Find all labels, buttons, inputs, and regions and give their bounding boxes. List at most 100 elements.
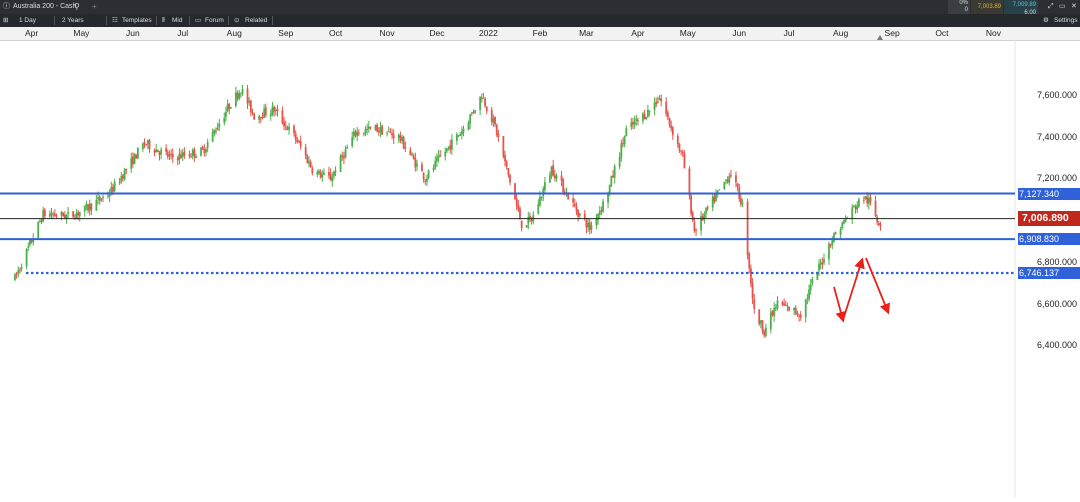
candle (42, 206, 45, 223)
candle (520, 220, 523, 232)
candle (530, 217, 533, 225)
bid-box[interactable]: 7,003.89 (971, 0, 1003, 14)
candle (125, 168, 128, 175)
related-icon[interactable]: ⊙ (234, 15, 239, 26)
projection-arrow[interactable] (865, 257, 890, 315)
projection-arrow[interactable] (842, 257, 865, 321)
mid-button[interactable]: Mid (172, 15, 182, 26)
forum-icon[interactable]: ▭ (195, 15, 201, 26)
candle (484, 96, 486, 108)
candle (671, 125, 674, 140)
candle (676, 133, 679, 148)
candle (437, 150, 440, 163)
candle (401, 134, 403, 145)
templates-button[interactable]: Templates (122, 15, 152, 26)
candle (153, 148, 156, 157)
candle (794, 305, 797, 316)
restore-icon[interactable]: ▭ (1059, 0, 1066, 14)
candle (50, 207, 53, 219)
x-tick-label: Aug (226, 28, 242, 38)
settings-icon[interactable]: ⚙ (1043, 15, 1049, 26)
candle (874, 195, 877, 218)
current-price-badge[interactable]: 7,006.890 (1018, 211, 1080, 227)
candle (449, 139, 452, 154)
candle (206, 138, 209, 153)
candle (645, 116, 648, 121)
candle (748, 251, 751, 274)
candle (25, 248, 28, 270)
candle (637, 117, 639, 126)
candle (249, 99, 252, 117)
candle (653, 97, 656, 116)
candle (352, 128, 355, 141)
candle (274, 107, 277, 116)
candle (811, 277, 814, 286)
level-badge[interactable]: 6,908.830 (1018, 233, 1080, 246)
x-tick-label: Oct (935, 28, 949, 38)
price-chart[interactable]: 7,600.000 7,400.000 7,200.000 6,800.000 6,60… (0, 40, 1080, 502)
candle (284, 120, 287, 131)
level-badge[interactable]: 7,127.340 (1018, 187, 1080, 200)
chart-svg[interactable] (0, 40, 1080, 497)
candle (276, 104, 279, 117)
offer-box[interactable]: 7,009.89 6.00 (1004, 0, 1038, 16)
candle (98, 195, 101, 205)
y-tick-label: 7,600.000 (1036, 90, 1077, 100)
candle (809, 279, 812, 295)
x-tick-label: May (73, 28, 90, 38)
candle (718, 189, 721, 191)
candle (703, 211, 706, 224)
related-button[interactable]: Related (245, 15, 267, 26)
candle (843, 219, 845, 225)
minimize-icon[interactable]: ⤢ (1048, 0, 1054, 14)
settings-button[interactable]: Settings (1054, 15, 1078, 26)
candle (331, 172, 334, 187)
x-tick-label: Dec (429, 28, 445, 38)
candle (769, 307, 772, 334)
candle (52, 211, 55, 219)
candle (550, 165, 553, 180)
candle (585, 217, 588, 234)
candle (333, 170, 335, 180)
range-select[interactable]: 2 Years (62, 15, 84, 26)
candle (351, 131, 354, 148)
candle (14, 272, 16, 282)
candle (525, 225, 528, 228)
candle (544, 177, 546, 193)
candle (165, 144, 168, 156)
candle (751, 278, 754, 305)
close-icon[interactable]: ✕ (1071, 0, 1077, 14)
candle (690, 192, 692, 217)
candle (156, 149, 159, 153)
new-tab-button[interactable]: + (92, 0, 97, 14)
candle (356, 126, 359, 142)
forum-button[interactable]: Forum (205, 15, 224, 26)
candle (191, 148, 194, 160)
candle (38, 218, 41, 223)
candle (856, 201, 859, 214)
layout-icon[interactable]: ⊞ (3, 15, 8, 26)
x-tick-label: Oct (328, 28, 343, 38)
mid-icon[interactable]: ⫴ (162, 15, 165, 26)
candle (665, 97, 668, 117)
projection-arrow[interactable] (833, 286, 847, 323)
interval-select[interactable]: 1 Day (19, 15, 36, 26)
candle (218, 118, 221, 132)
candle (294, 130, 297, 145)
templates-icon[interactable]: ☷ (112, 15, 118, 26)
search-icon[interactable]: ⚲ (74, 0, 80, 14)
candle (867, 192, 870, 210)
candle (509, 173, 511, 186)
candle (600, 206, 603, 216)
candle (467, 120, 470, 131)
time-axis: Apr May Jun Jul Aug Sep Oct Nov Dec 2022 Feb Mar Apr… (0, 27, 1080, 41)
candle (595, 213, 598, 230)
candle (148, 138, 151, 153)
candle (833, 232, 835, 243)
candle (834, 231, 837, 235)
candle (730, 169, 732, 178)
level-badge[interactable]: 6,746.137 (1018, 267, 1080, 280)
candle (286, 125, 289, 131)
candle (88, 199, 91, 216)
candle (763, 329, 766, 338)
